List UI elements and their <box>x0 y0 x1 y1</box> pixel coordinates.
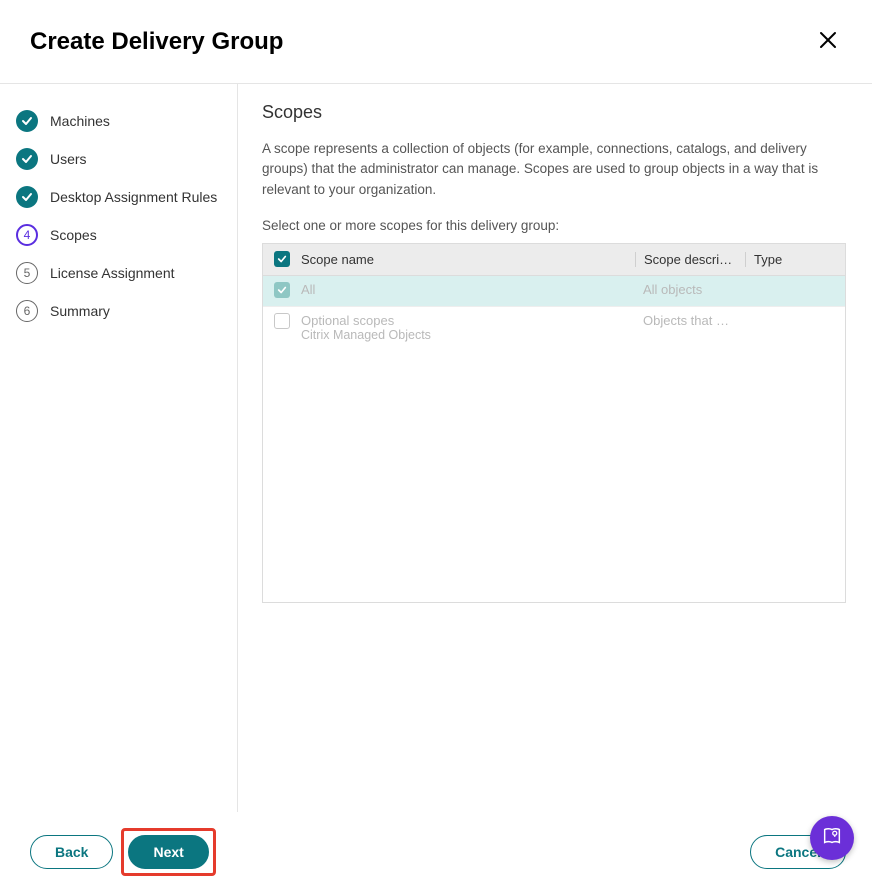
step-scopes[interactable]: 4 Scopes <box>16 216 237 254</box>
main-panel: Scopes A scope represents a collection o… <box>238 84 872 812</box>
table-row[interactable]: All All objects <box>263 276 845 306</box>
col-header-type[interactable]: Type <box>745 252 845 267</box>
step-license-assignment[interactable]: 5 License Assignment <box>16 254 237 292</box>
step-label: Machines <box>50 113 110 129</box>
col-header-name[interactable]: Scope name <box>301 252 635 267</box>
step-number-icon: 5 <box>16 262 38 284</box>
section-heading: Scopes <box>262 102 846 123</box>
row-checkbox[interactable] <box>274 282 290 298</box>
table-row[interactable]: Optional scopes Citrix Managed Objects O… <box>263 306 845 348</box>
titlebar: Create Delivery Group <box>0 0 872 83</box>
row-description: All objects <box>635 282 745 297</box>
step-machines[interactable]: Machines <box>16 102 237 140</box>
step-number-icon: 4 <box>16 224 38 246</box>
check-icon <box>16 148 38 170</box>
row-name: All <box>301 282 315 297</box>
lightbulb-book-icon <box>821 825 843 852</box>
row-description: Objects that m… <box>635 313 745 328</box>
step-number-icon: 6 <box>16 300 38 322</box>
row-checkbox[interactable] <box>274 313 290 329</box>
step-desktop-assignment-rules[interactable]: Desktop Assignment Rules <box>16 178 237 216</box>
close-icon <box>818 38 838 53</box>
step-label: Users <box>50 151 87 167</box>
back-button[interactable]: Back <box>30 835 113 869</box>
section-description: A scope represents a collection of objec… <box>262 139 846 200</box>
step-summary[interactable]: 6 Summary <box>16 292 237 330</box>
step-label: Scopes <box>50 227 97 243</box>
step-label: Desktop Assignment Rules <box>50 189 217 205</box>
step-label: License Assignment <box>50 265 175 281</box>
select-all-checkbox[interactable] <box>274 251 290 267</box>
table-header: Scope name Scope descrip… Type <box>263 244 845 276</box>
table-body: All All objects Optional scopes Citrix M… <box>263 276 845 602</box>
dialog-title: Create Delivery Group <box>30 28 283 56</box>
step-label: Summary <box>50 303 110 319</box>
row-name: Optional scopes <box>301 313 394 328</box>
wizard-steps-sidebar: Machines Users Desktop Assignment Rules … <box>0 84 238 812</box>
next-button[interactable]: Next <box>128 835 208 869</box>
check-icon <box>16 186 38 208</box>
help-fab[interactable] <box>810 816 854 860</box>
dialog-footer: Back Next Cancel <box>0 812 872 892</box>
row-subtitle: Citrix Managed Objects <box>301 328 431 342</box>
col-header-description[interactable]: Scope descrip… <box>635 252 745 267</box>
check-icon <box>16 110 38 132</box>
step-users[interactable]: Users <box>16 140 237 178</box>
scopes-table: Scope name Scope descrip… Type All <box>262 243 846 603</box>
section-instruction: Select one or more scopes for this deliv… <box>262 218 846 233</box>
close-button[interactable] <box>812 24 844 59</box>
next-button-highlight: Next <box>121 828 215 876</box>
